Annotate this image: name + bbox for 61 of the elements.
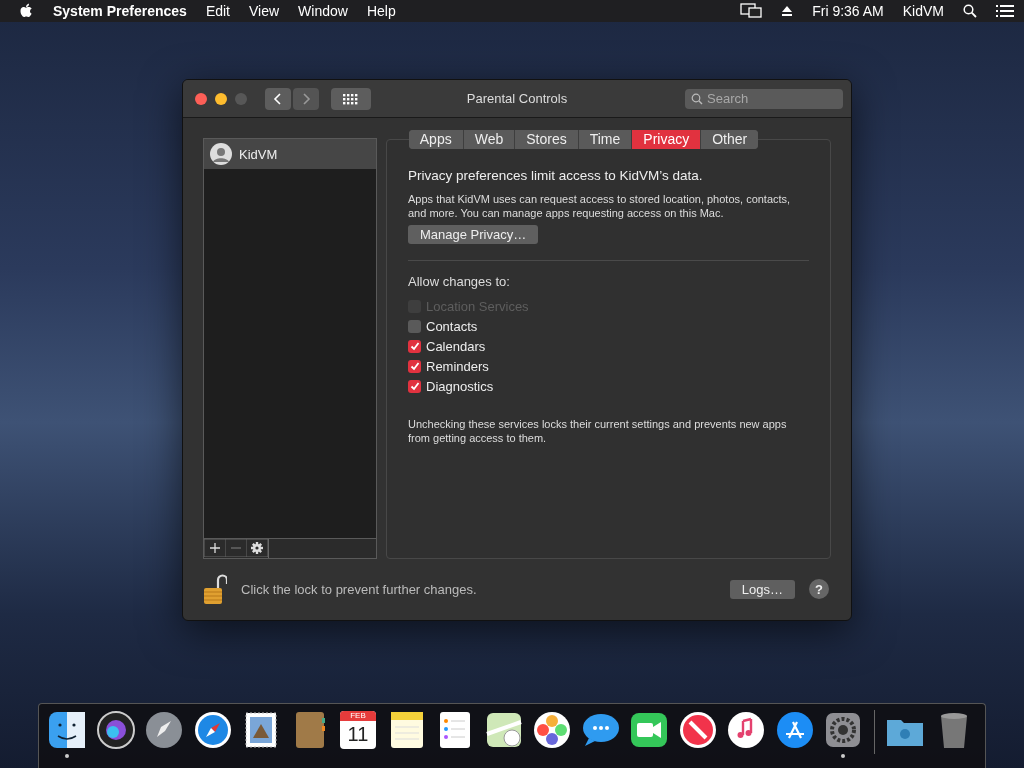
checkbox[interactable] <box>408 359 421 373</box>
list-icon[interactable] <box>996 4 1014 18</box>
tab[interactable]: Stores <box>514 130 578 149</box>
user-name: KidVM <box>239 146 278 162</box>
tab[interactable]: Apps <box>408 130 463 149</box>
running-indicator <box>65 754 69 758</box>
tab[interactable]: Other <box>700 130 759 149</box>
search-field[interactable]: Search <box>685 88 843 109</box>
orb-icon[interactable] <box>95 710 136 750</box>
menu-item[interactable]: View <box>249 3 280 19</box>
window-title: Parental Controls <box>466 91 568 106</box>
user-list-item[interactable]: KidVM <box>204 139 376 169</box>
gear-icon[interactable] <box>823 710 863 750</box>
compass-icon[interactable] <box>192 710 233 750</box>
face-icon[interactable] <box>47 710 87 750</box>
menu-item[interactable]: Window <box>298 3 348 19</box>
checkbox[interactable] <box>408 319 421 333</box>
settings-button[interactable] <box>246 539 268 557</box>
apple-icon[interactable] <box>20 3 34 19</box>
tab[interactable]: Web <box>462 130 515 149</box>
minimize-button[interactable] <box>215 92 227 105</box>
search-icon[interactable] <box>963 4 977 18</box>
checkbox[interactable] <box>408 379 421 393</box>
tab[interactable]: Privacy <box>631 130 701 149</box>
add-button[interactable] <box>204 539 226 557</box>
app-store-icon[interactable] <box>774 710 815 750</box>
video-camera-icon[interactable] <box>629 710 669 750</box>
calendar-icon[interactable]: FEB 11 <box>340 711 376 749</box>
checkbox-label: Reminders <box>426 358 489 374</box>
privacy-note: Unchecking these services locks their current settings and prevents new apps from getting access to them. <box>408 417 788 445</box>
calendar-month: FEB <box>340 711 376 721</box>
help-button[interactable]: ? <box>809 579 829 599</box>
display-icon[interactable] <box>740 3 763 19</box>
user-avatar-icon[interactable] <box>210 143 232 165</box>
menu-clock[interactable]: Fri 9:36 AM <box>812 3 884 19</box>
checkbox-label: Contacts <box>426 318 478 334</box>
privacy-description: Apps that KidVM uses can request access to stored location, photos, contacts, and more. You can manage apps requesting access on this Mac. <box>408 192 792 220</box>
logs-button[interactable]: Logs… <box>729 579 795 599</box>
menu-item[interactable]: Help <box>366 3 396 19</box>
lock-message: Click the lock to prevent further changes. <box>241 581 477 597</box>
flower-icon[interactable] <box>532 710 572 750</box>
grid-view-button[interactable] <box>331 87 371 110</box>
eject-icon[interactable] <box>781 5 794 17</box>
checkbox[interactable] <box>408 339 421 353</box>
manage-privacy-button[interactable]: Manage Privacy… <box>408 225 539 244</box>
checkbox-label: Diagnostics <box>426 378 494 394</box>
menu-item[interactable]: Edit <box>205 3 230 19</box>
privacy-heading: Privacy preferences limit access to KidVM’s data. <box>408 168 704 183</box>
music-note-icon[interactable] <box>726 710 766 750</box>
back-button[interactable] <box>265 87 291 110</box>
menu-user[interactable]: KidVM <box>902 3 944 19</box>
map-icon[interactable] <box>483 710 524 750</box>
running-indicator <box>841 754 845 758</box>
forward-button[interactable] <box>293 87 319 110</box>
unlocked-padlock-icon[interactable] <box>203 573 227 605</box>
close-button[interactable] <box>195 92 207 105</box>
calendar-day: 11 <box>347 721 369 747</box>
allow-changes-label: Allow changes to: <box>408 274 511 289</box>
menu-app-name[interactable]: System Preferences <box>53 3 187 19</box>
checkbox-label: Calendars <box>426 338 486 354</box>
tab[interactable]: Time <box>577 130 632 149</box>
